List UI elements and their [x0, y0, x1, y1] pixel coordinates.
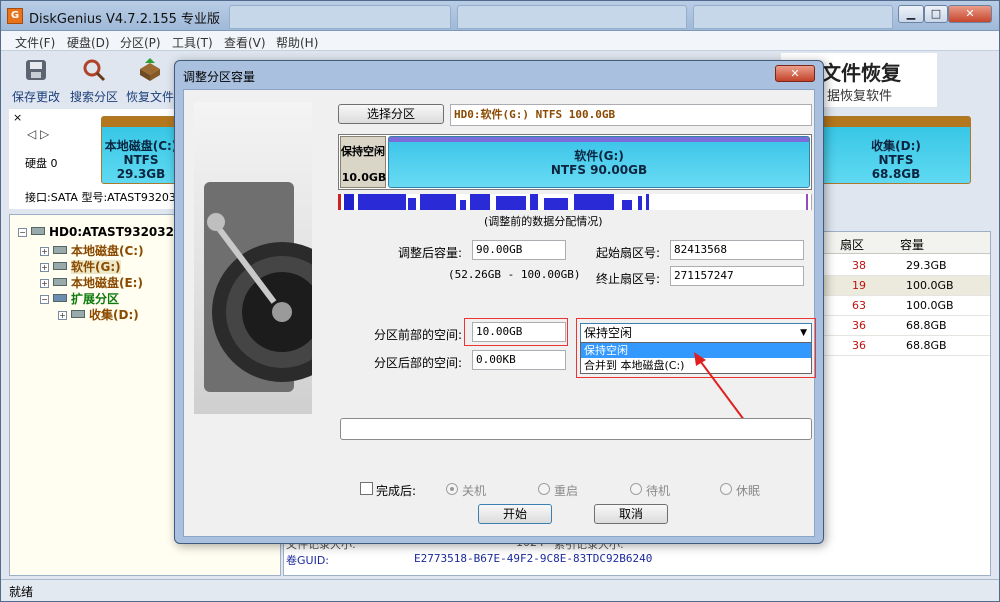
save-icon — [26, 60, 46, 80]
hard-disk-icon — [204, 182, 312, 392]
close-button[interactable]: ✕ — [948, 5, 992, 23]
menu-file[interactable]: 文件(F) — [15, 34, 55, 51]
disk-nav-arrows[interactable]: ◁ ▷ — [27, 127, 49, 141]
partition-segment[interactable]: 软件(G:) NTFS 90.00GB — [388, 136, 810, 188]
background-tab[interactable] — [693, 5, 893, 29]
tree-item[interactable]: + 收集(D:) — [58, 306, 139, 322]
end-sector-label: 终止扇区号: — [596, 272, 661, 286]
radio-standby[interactable] — [630, 483, 642, 495]
after-completion-label: 完成后: — [376, 484, 417, 498]
distribution-caption: (调整前的数据分配情况) — [484, 215, 603, 228]
space-before-label: 分区前部的空间: — [374, 328, 463, 342]
progress-bar — [340, 418, 812, 440]
background-tab[interactable] — [229, 5, 451, 29]
radio-shutdown[interactable] — [446, 483, 458, 495]
cancel-button[interactable]: 取消 — [594, 504, 668, 524]
partition-layout-bar: 保持空闲 10.0GB 软件(G:) NTFS 90.00GB — [338, 134, 812, 190]
free-space-segment[interactable]: 保持空闲 10.0GB — [340, 136, 386, 188]
status-text: 就绪 — [9, 585, 34, 599]
hard-disk-icon — [31, 227, 45, 235]
banner-subtitle: 据恢复软件 — [827, 89, 893, 104]
disk-label: 硬盘 0 — [25, 157, 58, 170]
drive-icon — [53, 246, 67, 254]
guid-label: 卷GUID: — [286, 554, 329, 567]
guid-value: E2773518-B67E-49F2-9C8E-83TDC92B6240 — [414, 552, 653, 565]
window-title: DiskGenius V4.7.2.155 专业版 — [29, 12, 221, 27]
dialog-body: 选择分区 HD0:软件(G:) NTFS 100.0GB 保持空闲 10.0GB… — [183, 89, 816, 537]
data-distribution-graph — [338, 194, 808, 210]
save-changes-button[interactable]: 保存更改 — [9, 53, 63, 107]
tree-item[interactable]: − 扩展分区 — [40, 290, 119, 306]
maximize-button[interactable]: □ — [924, 5, 948, 23]
app-icon: G — [7, 8, 23, 24]
recover-icon — [140, 58, 160, 81]
start-sector-label: 起始扇区号: — [596, 246, 661, 260]
title-bar: G DiskGenius V4.7.2.155 专业版 ▁ □ ✕ — [1, 1, 999, 31]
radio-hibernate-label: 休眠 — [736, 484, 761, 498]
banner-title: 文件恢复 — [821, 61, 901, 85]
after-completion-checkbox[interactable] — [360, 482, 373, 495]
highlight-box — [464, 318, 568, 346]
start-sector-field[interactable]: 82413568 — [670, 240, 804, 260]
select-partition-button[interactable]: 选择分区 — [338, 104, 444, 124]
tree-item[interactable]: + 软件(G:) — [40, 258, 121, 274]
tree-root[interactable]: − HD0:ATAST9320325AS — [18, 225, 200, 241]
background-tab[interactable] — [457, 5, 687, 29]
radio-restart-label: 重启 — [554, 484, 579, 498]
extended-partition-icon — [53, 294, 67, 302]
dialog-title: 调整分区容量 — [183, 70, 256, 84]
partition-block-c[interactable]: 本地磁盘(C:) NTFS 29.3GB — [101, 116, 181, 184]
start-button[interactable]: 开始 — [478, 504, 552, 524]
radio-hibernate[interactable] — [720, 483, 732, 495]
status-bar: 就绪 — [1, 579, 999, 601]
size-after-field[interactable]: 90.00GB — [472, 240, 566, 260]
space-after-field[interactable]: 0.00KB — [472, 350, 566, 370]
toolbar: 保存更改 搜索分区 恢复文件 — [9, 53, 179, 109]
radio-shutdown-label: 关机 — [462, 484, 487, 498]
menu-partition[interactable]: 分区(P) — [120, 34, 161, 51]
interface-label: 接口:SATA 型号:ATAST93203 — [25, 191, 176, 204]
partition-block-d[interactable]: 收集(D:) NTFS 68.8GB — [821, 116, 971, 184]
radio-standby-label: 待机 — [646, 484, 671, 498]
selected-partition-info: HD0:软件(G:) NTFS 100.0GB — [450, 104, 812, 126]
menu-view[interactable]: 查看(V) — [224, 34, 266, 51]
column-size[interactable]: 容量 — [900, 236, 924, 253]
radio-restart[interactable] — [538, 483, 550, 495]
drive-icon — [71, 310, 85, 318]
tree-item[interactable]: + 本地磁盘(C:) — [40, 242, 144, 258]
hard-disk-illustration — [194, 102, 312, 414]
menu-bar: 文件(F) 硬盘(D) 分区(P) 工具(T) 查看(V) 帮助(H) — [1, 31, 999, 51]
menu-disk[interactable]: 硬盘(D) — [67, 34, 110, 51]
menu-tools[interactable]: 工具(T) — [172, 34, 213, 51]
search-partition-button[interactable]: 搜索分区 — [67, 53, 121, 107]
size-after-label: 调整后容量: — [398, 246, 463, 260]
dialog-close-button[interactable]: ✕ — [775, 65, 815, 82]
end-sector-field[interactable]: 271157247 — [670, 266, 804, 286]
close-icon[interactable]: × — [13, 111, 22, 124]
menu-help[interactable]: 帮助(H) — [276, 34, 318, 51]
recover-files-button[interactable]: 恢复文件 — [123, 53, 177, 107]
drive-icon — [53, 262, 67, 270]
watermark-url: jingyan.baidu.com — [771, 554, 891, 569]
data-distribution-bar — [338, 194, 812, 210]
search-icon — [83, 59, 106, 82]
tree-item[interactable]: + 本地磁盘(E:) — [40, 274, 143, 290]
minimize-button[interactable]: ▁ — [898, 5, 924, 23]
space-after-label: 分区后部的空间: — [374, 356, 463, 370]
resize-partition-dialog: 调整分区容量 ✕ 选择分区 HD0:软件(G:) NTFS 100.0GB 保持… — [174, 60, 824, 544]
column-sector[interactable]: 扇区 — [840, 236, 864, 253]
size-range-text: (52.26GB - 100.00GB) — [448, 268, 581, 281]
drive-icon — [53, 278, 67, 286]
